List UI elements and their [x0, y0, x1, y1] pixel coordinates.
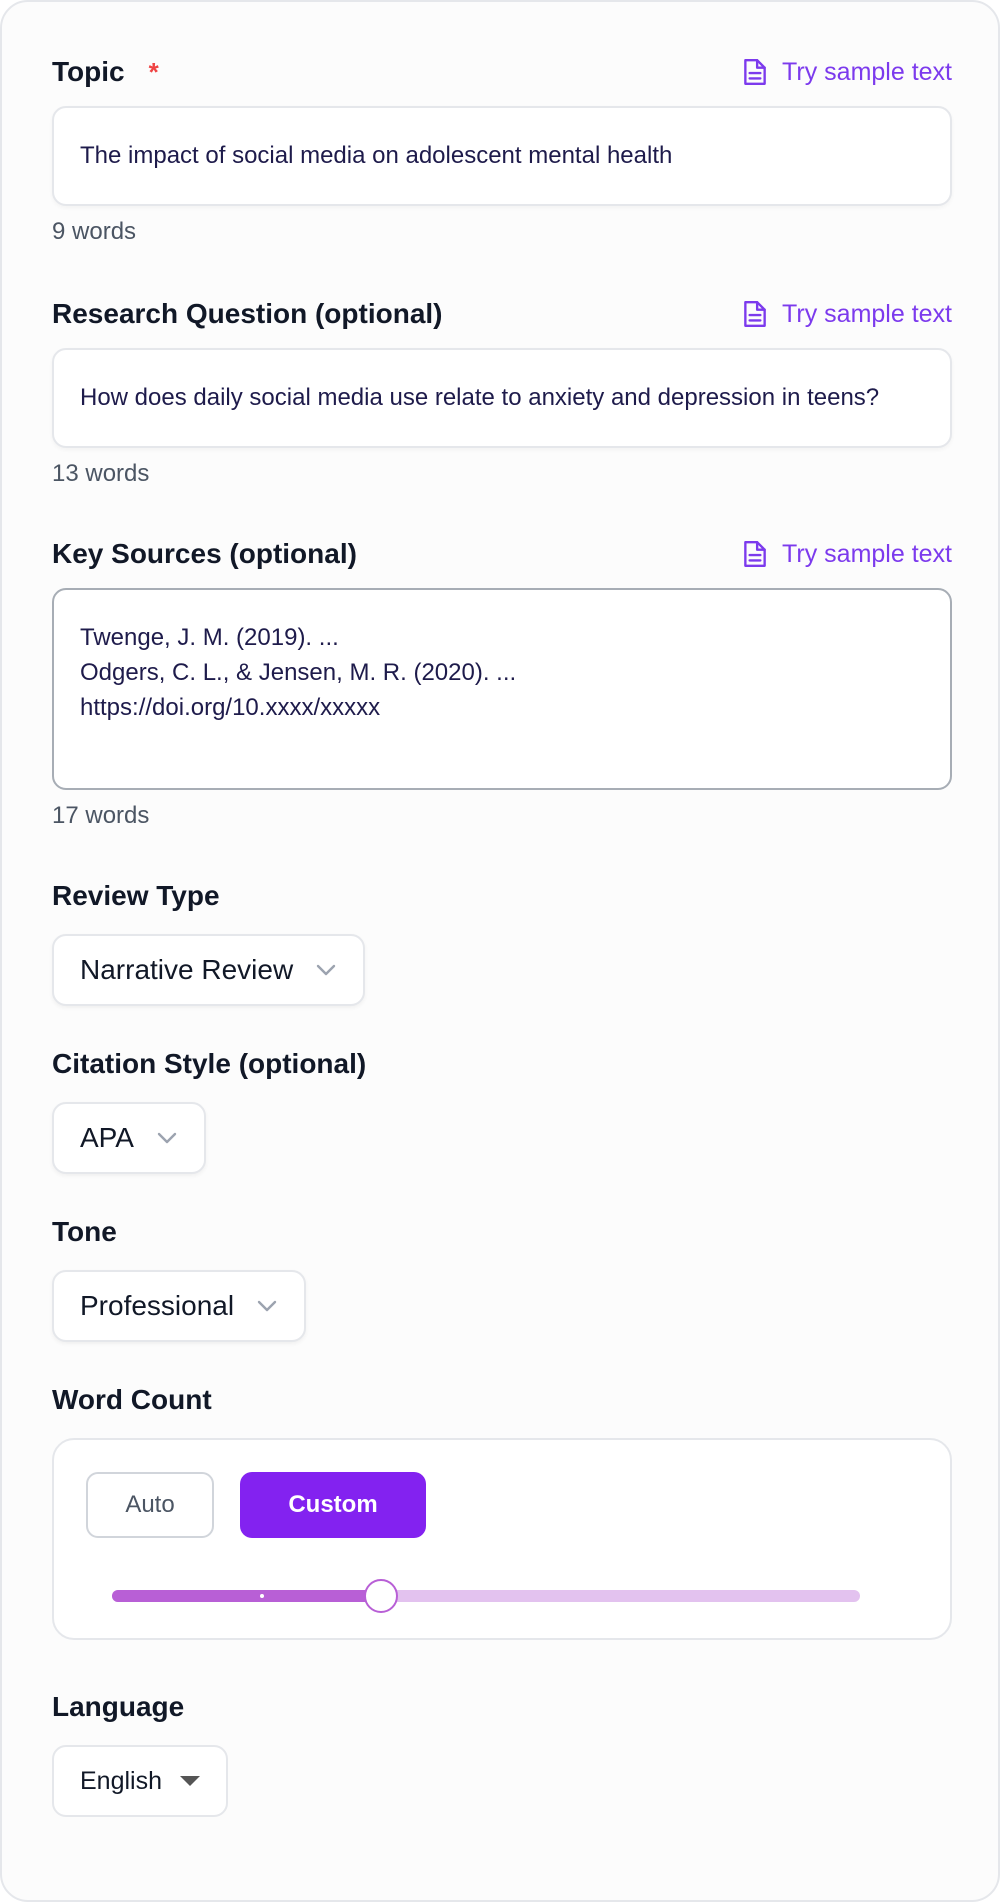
key-sources-textarea[interactable]: Twenge, J. M. (2019). ... Odgers, C. L.,…	[52, 588, 952, 790]
research-question-label: Research Question (optional)	[52, 298, 443, 329]
language-select[interactable]: English	[52, 1745, 228, 1817]
review-type-select[interactable]: Narrative Review	[52, 934, 366, 1006]
form-card: Topic * Try sample text The impact of so…	[0, 0, 1000, 1902]
topic-sample-link[interactable]: Try sample text	[742, 57, 952, 87]
research-question-word-count: 13 words	[52, 460, 150, 487]
tone-select[interactable]: Professional	[52, 1270, 307, 1342]
sample-link-label: Try sample text	[782, 299, 952, 328]
citation-style-select[interactable]: APA	[52, 1102, 206, 1174]
key-sources-sample-link[interactable]: Try sample text	[742, 539, 952, 569]
document-icon	[744, 541, 766, 567]
research-question-input[interactable]: How does daily social media use relate t…	[52, 348, 952, 448]
source-line: Odgers, C. L., & Jensen, M. R. (2020). .…	[80, 659, 517, 686]
key-sources-word-count: 17 words	[52, 802, 150, 829]
sample-link-label: Try sample text	[782, 57, 952, 86]
topic-label-text: Topic	[52, 56, 125, 87]
language-value: English	[80, 1766, 162, 1795]
research-question-field: Research Question (optional) Try sample …	[52, 294, 952, 488]
tone-value: Professional	[80, 1290, 235, 1321]
topic-input[interactable]: The impact of social media on adolescent…	[52, 106, 952, 206]
auto-button[interactable]: Auto	[86, 1472, 214, 1538]
key-sources-field: Key Sources (optional) Try sample text T…	[52, 534, 952, 830]
key-sources-label: Key Sources (optional)	[52, 538, 357, 569]
topic-field: Topic * Try sample text The impact of so…	[52, 52, 952, 246]
slider-fill	[112, 1590, 382, 1602]
topic-word-count: 9 words	[52, 218, 137, 245]
review-type-field: Review Type Narrative Review	[52, 876, 952, 1006]
source-line: Twenge, J. M. (2019). ...	[80, 624, 339, 651]
word-count-panel: Auto Custom	[52, 1438, 952, 1640]
chevron-down-icon	[157, 1132, 177, 1144]
chevron-down-icon	[316, 964, 336, 976]
word-count-field: Word Count Auto Custom	[52, 1380, 952, 1640]
citation-style-label: Citation Style (optional)	[52, 1048, 367, 1079]
word-count-label: Word Count	[52, 1384, 212, 1415]
sample-link-label: Try sample text	[782, 539, 952, 568]
required-marker: *	[148, 56, 159, 87]
source-line: https://doi.org/10.xxxx/xxxxx	[80, 694, 381, 721]
tone-field: Tone Professional	[52, 1212, 952, 1342]
chevron-down-icon	[257, 1300, 277, 1312]
caret-down-icon	[180, 1776, 200, 1786]
document-icon	[744, 59, 766, 85]
review-type-label: Review Type	[52, 880, 220, 911]
word-count-slider[interactable]	[112, 1579, 860, 1613]
research-question-sample-link[interactable]: Try sample text	[742, 299, 952, 329]
custom-button[interactable]: Custom	[240, 1472, 426, 1538]
document-icon	[744, 301, 766, 327]
topic-label: Topic *	[52, 56, 159, 88]
citation-style-field: Citation Style (optional) APA	[52, 1044, 952, 1174]
tone-label: Tone	[52, 1216, 117, 1247]
slider-tick	[260, 1594, 264, 1598]
review-type-value: Narrative Review	[80, 954, 294, 985]
citation-style-value: APA	[80, 1122, 134, 1153]
language-label: Language	[52, 1691, 185, 1722]
language-field: Language English	[52, 1687, 952, 1817]
slider-thumb[interactable]	[364, 1579, 399, 1613]
